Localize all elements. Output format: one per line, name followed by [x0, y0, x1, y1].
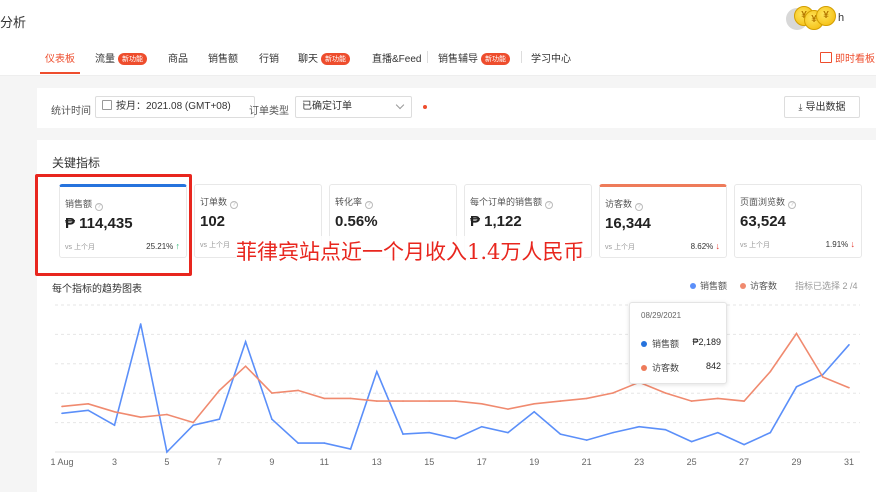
data-point[interactable]	[717, 397, 719, 400]
x-tick-label: 21	[582, 457, 592, 467]
data-point[interactable]	[244, 341, 247, 343]
x-tick-label: 13	[372, 457, 382, 467]
data-point[interactable]	[87, 409, 90, 412]
data-point[interactable]	[717, 431, 719, 434]
legend-item-visitors[interactable]: 访客数	[740, 279, 777, 292]
data-point[interactable]	[402, 433, 404, 435]
series-dot	[641, 341, 647, 347]
data-point[interactable]	[690, 440, 693, 443]
data-point[interactable]	[139, 323, 142, 325]
data-point[interactable]	[848, 386, 850, 389]
data-point[interactable]	[585, 397, 588, 400]
data-point[interactable]	[480, 402, 483, 405]
tooltip-row-sales: 销售额 ₱2,189	[641, 337, 721, 350]
data-point[interactable]	[87, 402, 90, 405]
data-point[interactable]	[218, 389, 221, 392]
legend-item-sales[interactable]: 销售额	[690, 279, 727, 292]
data-point[interactable]	[533, 402, 535, 405]
x-tick-label: 27	[739, 457, 749, 467]
data-point[interactable]	[323, 442, 326, 444]
x-tick-label: 15	[424, 457, 434, 467]
data-point[interactable]	[821, 376, 824, 378]
data-point[interactable]	[218, 418, 221, 421]
tooltip-row-visitors: 访客数 842	[641, 361, 721, 374]
data-point[interactable]	[297, 389, 299, 392]
x-tick-label: 9	[269, 457, 274, 467]
data-point[interactable]	[428, 431, 431, 434]
chart-tooltip: 08/29/2021 销售额 ₱2,189 访客数 842	[629, 302, 727, 384]
data-point[interactable]	[192, 421, 194, 424]
data-point[interactable]	[507, 408, 509, 410]
chart-title: 每个指标的趋势图表	[52, 284, 142, 295]
data-point[interactable]	[480, 425, 483, 428]
series-dot	[641, 365, 647, 371]
tooltip-date: 08/29/2021	[641, 311, 682, 320]
data-point[interactable]	[61, 405, 63, 408]
x-tick-label: 31	[844, 457, 854, 467]
data-point[interactable]	[166, 413, 168, 416]
series-line-sales	[61, 323, 850, 454]
x-tick-label: 7	[217, 457, 222, 467]
data-point[interactable]	[113, 424, 116, 427]
data-point[interactable]	[376, 400, 378, 402]
x-tick-label: 19	[529, 457, 539, 467]
x-tick-label: 23	[634, 457, 644, 467]
data-point[interactable]	[454, 437, 457, 440]
data-point[interactable]	[297, 442, 299, 444]
x-tick-label: 1 Aug	[50, 457, 73, 467]
series-line-visitors	[61, 332, 850, 424]
data-point[interactable]	[61, 412, 63, 415]
data-point[interactable]	[139, 416, 142, 418]
data-point[interactable]	[559, 433, 562, 435]
data-point[interactable]	[585, 439, 588, 441]
selected-metrics-note: 指标已选择 2 /4	[795, 281, 858, 291]
data-point[interactable]	[271, 418, 273, 421]
data-point[interactable]	[612, 392, 614, 394]
data-point[interactable]	[664, 428, 667, 431]
legend-dot	[690, 283, 696, 289]
data-point[interactable]	[769, 431, 772, 434]
x-tick-label: 17	[477, 457, 487, 467]
data-point[interactable]	[349, 448, 352, 450]
data-point[interactable]	[664, 392, 667, 394]
data-point[interactable]	[271, 392, 273, 394]
data-point[interactable]	[743, 400, 745, 402]
data-point[interactable]	[533, 411, 535, 413]
highlight-box	[35, 174, 192, 276]
data-point[interactable]	[428, 400, 431, 402]
data-point[interactable]	[559, 400, 562, 402]
x-tick-label: 11	[320, 457, 329, 467]
x-tick-label: 25	[687, 457, 697, 467]
data-point[interactable]	[402, 400, 404, 402]
data-point[interactable]	[690, 400, 693, 402]
legend-dot	[740, 283, 746, 289]
data-point[interactable]	[113, 411, 116, 413]
data-point[interactable]	[192, 424, 194, 427]
data-point[interactable]	[795, 332, 798, 335]
x-tick-label: 3	[112, 457, 117, 467]
data-point[interactable]	[507, 431, 509, 434]
annotation-caption: 菲律宾站点近一个月收入1.4万人民币	[236, 236, 585, 266]
x-tick-label: 5	[164, 457, 169, 467]
data-point[interactable]	[795, 386, 798, 388]
x-tick-label: 29	[792, 457, 802, 467]
data-point[interactable]	[349, 397, 352, 400]
data-point[interactable]	[323, 397, 326, 400]
data-point[interactable]	[743, 443, 745, 446]
data-point[interactable]	[454, 400, 457, 402]
data-point[interactable]	[612, 431, 614, 434]
data-point[interactable]	[769, 370, 772, 373]
data-point[interactable]	[638, 425, 640, 428]
data-point[interactable]	[166, 451, 168, 453]
data-point[interactable]	[376, 370, 378, 373]
data-point[interactable]	[244, 365, 247, 368]
data-point[interactable]	[848, 344, 850, 346]
